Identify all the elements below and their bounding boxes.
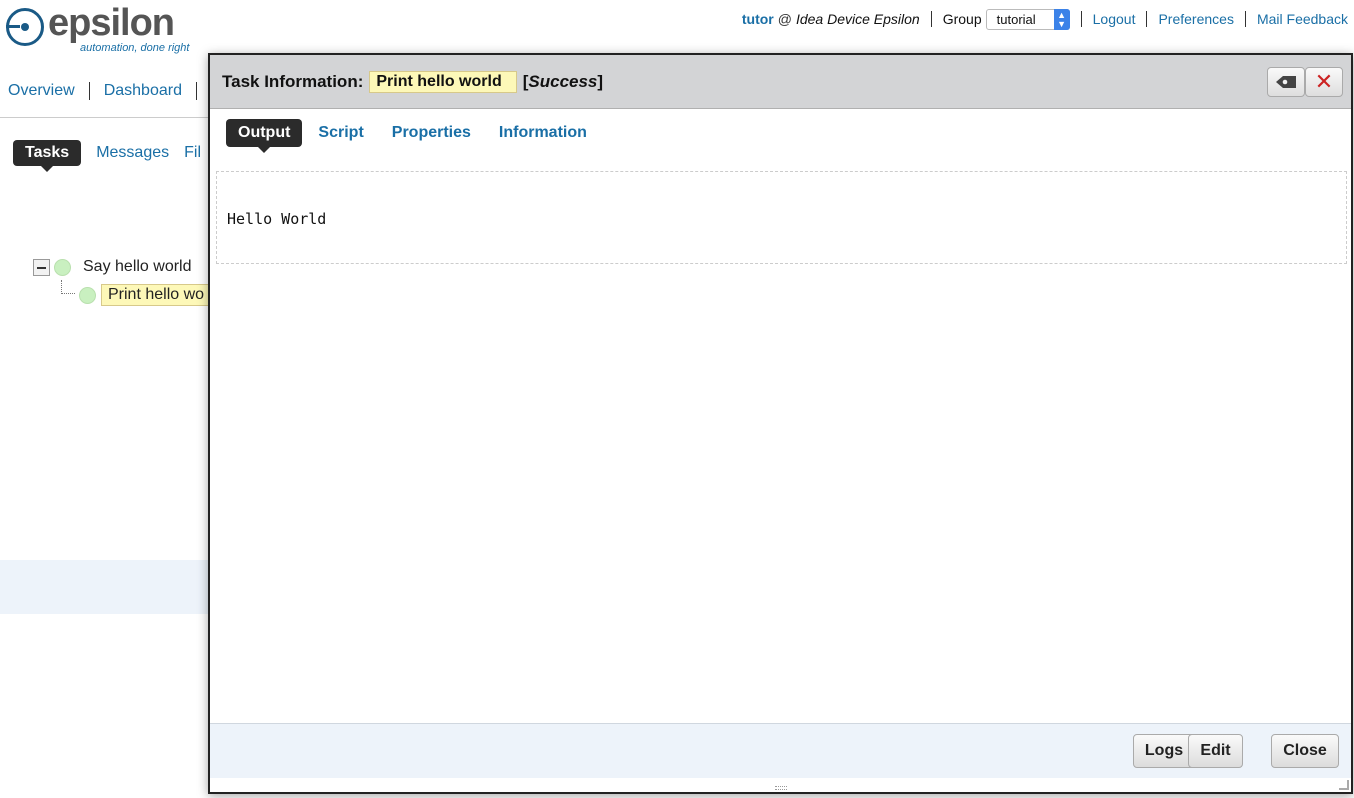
- status-success-icon: [79, 286, 96, 304]
- top-bar: tutor @ Idea Device Epsilon Group tutori…: [742, 8, 1348, 30]
- group-select[interactable]: tutorial ▲ ▼: [985, 8, 1070, 30]
- close-x-button[interactable]: ✕: [1305, 67, 1343, 97]
- divider: [195, 82, 197, 100]
- task-information-dialog: Task Information: Print hello world [Suc…: [208, 53, 1353, 794]
- resize-grip-bottom[interactable]: [774, 786, 787, 790]
- background-band: [0, 560, 210, 614]
- current-user: tutor: [741, 11, 774, 27]
- group-label: Group: [942, 11, 982, 27]
- tree-connector: [61, 280, 75, 294]
- edit-button[interactable]: Edit: [1188, 734, 1243, 768]
- task-status: [Success]: [522, 71, 604, 91]
- device-name: Idea Device Epsilon: [795, 11, 920, 27]
- dialog-title: Task Information:: [222, 71, 364, 91]
- select-arrows-icon: ▲ ▼: [1053, 8, 1070, 30]
- tab-information[interactable]: Information: [499, 124, 587, 142]
- epsilon-logo[interactable]: epsilon automation, done right: [6, 2, 196, 56]
- output-text: Hello World: [227, 210, 327, 228]
- epsilon-logo-icon: [6, 8, 44, 46]
- dialog-header[interactable]: Task Information: Print hello world [Suc…: [210, 55, 1351, 109]
- task-tree: Say hello world Print hello wo: [33, 254, 212, 308]
- group-select-value: tutorial: [996, 11, 1036, 27]
- tab-properties[interactable]: Properties: [392, 124, 471, 142]
- divider: [1146, 11, 1148, 27]
- tag-back-icon: [1276, 76, 1296, 88]
- divider: [1244, 11, 1246, 27]
- status-success-icon: [54, 258, 71, 276]
- close-button[interactable]: Close: [1271, 734, 1339, 768]
- logo-wordmark: epsilon: [48, 2, 175, 44]
- subnav-tasks[interactable]: Tasks: [13, 140, 82, 172]
- divider: [930, 11, 932, 27]
- sub-nav: Tasks Messages Fil: [13, 140, 201, 172]
- dialog-tabs: Output Script Properties Information: [226, 119, 599, 153]
- nav-divider: [0, 117, 210, 118]
- logout-link[interactable]: Logout: [1093, 11, 1136, 27]
- tab-output[interactable]: Output: [226, 119, 303, 153]
- tree-node-parent[interactable]: Say hello world: [33, 254, 211, 280]
- tree-node-label[interactable]: Say hello world: [83, 258, 192, 276]
- task-name-badge: Print hello world: [369, 70, 517, 93]
- collapse-icon[interactable]: [33, 258, 50, 276]
- logs-button[interactable]: Logs: [1133, 734, 1195, 768]
- mail-feedback-link[interactable]: Mail Feedback: [1257, 11, 1348, 27]
- close-icon: ✕: [1314, 69, 1334, 94]
- tab-script[interactable]: Script: [318, 124, 363, 142]
- logo-tagline: automation, done right: [80, 42, 190, 54]
- nav-overview[interactable]: Overview: [8, 82, 75, 100]
- divider: [1080, 11, 1082, 27]
- nav-dashboard[interactable]: Dashboard: [104, 82, 182, 100]
- tree-node-label[interactable]: Print hello wo: [101, 284, 212, 306]
- subnav-files[interactable]: Fil: [184, 144, 201, 162]
- output-panel: Hello World: [216, 171, 1347, 264]
- main-nav: Overview Dashboard: [8, 82, 211, 100]
- divider: [88, 82, 90, 100]
- preferences-link[interactable]: Preferences: [1158, 11, 1233, 27]
- at-sign: @: [777, 11, 792, 27]
- resize-handle-icon[interactable]: [1339, 780, 1349, 790]
- tree-node-child[interactable]: Print hello wo: [79, 282, 212, 308]
- subnav-messages[interactable]: Messages: [96, 144, 169, 162]
- dialog-footer: Logs Edit Close: [210, 723, 1351, 778]
- minimize-button[interactable]: [1267, 67, 1305, 97]
